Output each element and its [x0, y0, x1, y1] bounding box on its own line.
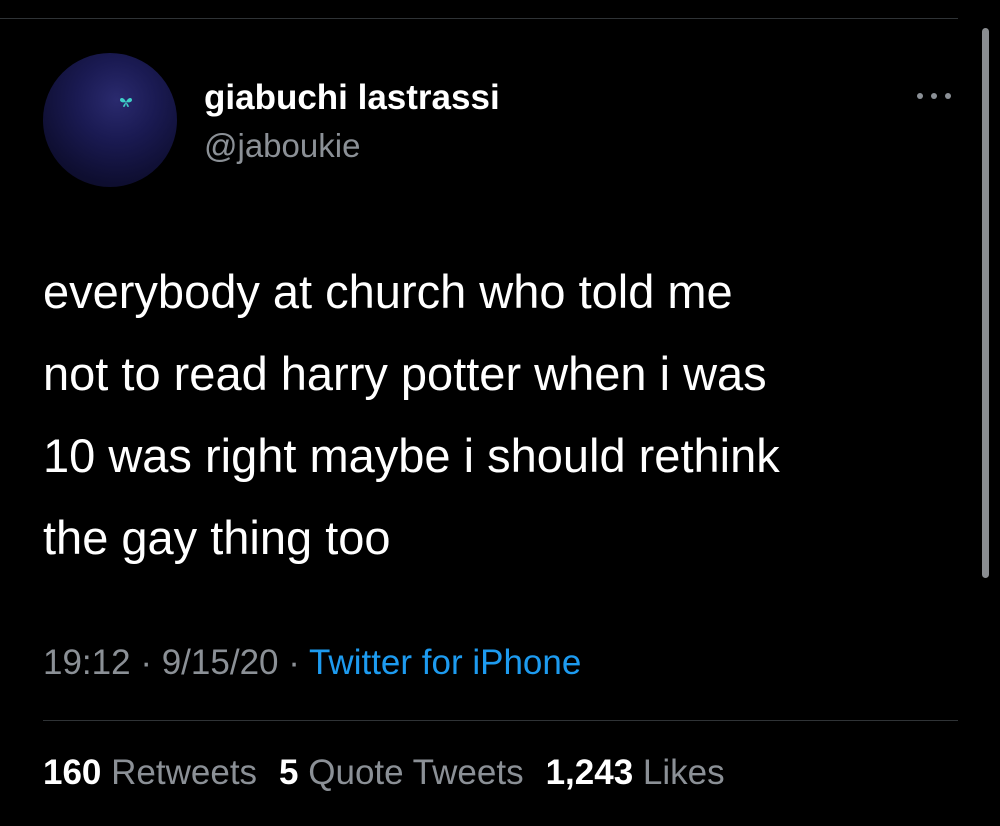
display-name[interactable]: giabuchi lastrassi — [204, 78, 500, 118]
tweet-source-link[interactable]: Twitter for iPhone — [309, 643, 581, 682]
engagement-stats: 160 Retweets 5 Quote Tweets 1,243 Likes — [43, 753, 747, 793]
top-divider — [0, 18, 958, 19]
tweet-date[interactable]: 9/15/20 — [162, 643, 279, 682]
quote-tweets-label: Quote Tweets — [308, 753, 524, 792]
butterfly-icon — [120, 97, 132, 107]
likes-label: Likes — [642, 753, 725, 792]
stats-divider — [43, 720, 958, 721]
retweets-label: Retweets — [111, 753, 258, 792]
quote-tweets-count: 5 — [279, 753, 299, 792]
tweet-text: everybody at church who told me not to r… — [43, 251, 943, 579]
likes-count: 1,243 — [545, 753, 634, 792]
tweet-time[interactable]: 19:12 — [43, 643, 131, 682]
tweet-text-line: everybody at church who told me — [43, 265, 733, 318]
quote-tweets-stat[interactable]: 5 Quote Tweets — [279, 753, 524, 792]
more-horizontal-icon[interactable] — [914, 86, 954, 106]
user-handle[interactable]: @jaboukie — [204, 127, 360, 165]
retweets-count: 160 — [43, 753, 102, 792]
likes-stat[interactable]: 1,243 Likes — [546, 753, 725, 792]
tweet-text-line: 10 was right maybe i should rethink — [43, 429, 780, 482]
avatar[interactable] — [43, 53, 177, 187]
scrollbar[interactable] — [982, 28, 989, 578]
meta-separator: · — [140, 643, 152, 682]
tweet-meta: 19:12 · 9/15/20 · Twitter for iPhone — [43, 643, 581, 683]
tweet-text-line: not to read harry potter when i was — [43, 347, 767, 400]
meta-separator: · — [288, 643, 300, 682]
retweets-stat[interactable]: 160 Retweets — [43, 753, 257, 792]
tweet-text-line: the gay thing too — [43, 511, 391, 564]
